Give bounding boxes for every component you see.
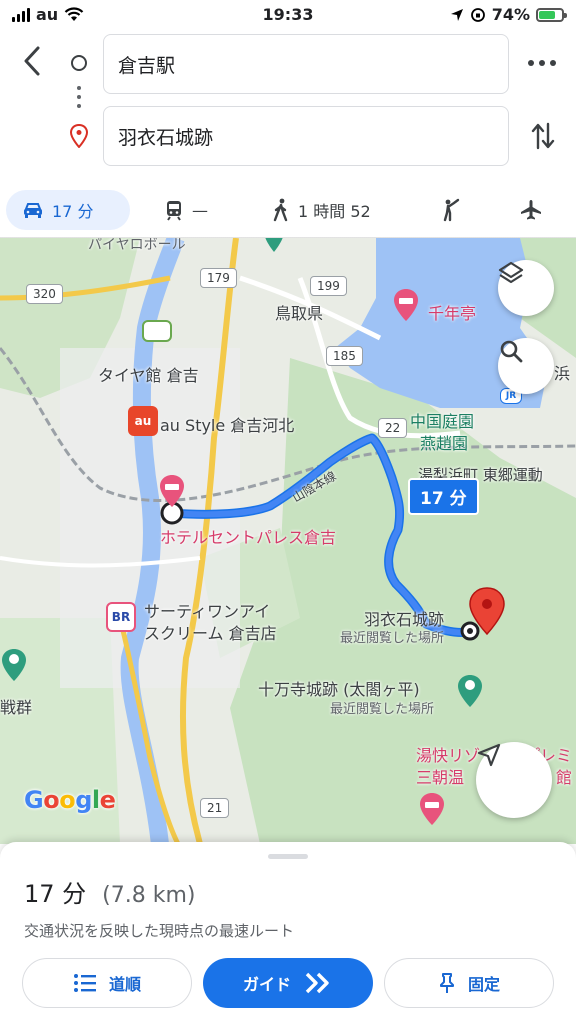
guide-button[interactable]: ガイド [203, 958, 373, 1008]
map-view[interactable]: パイヤロボール 鳥取県 千年亭 浜 タイヤ館 倉吉 au Style 倉吉河北 … [0, 238, 576, 844]
airplane-icon [521, 200, 541, 220]
walking-icon [273, 198, 288, 222]
origin-text: 倉吉駅 [118, 54, 176, 77]
map-label-jumanji[interactable]: 十万寺城跡 (太閤ヶ平) [258, 676, 420, 700]
eta-time: 17 分 [24, 880, 87, 908]
route-dots-icon [77, 86, 81, 113]
layers-button[interactable] [498, 260, 554, 316]
map-label-baskin[interactable]: サーティワンアイ [144, 598, 270, 622]
battery-icon [536, 7, 567, 22]
tab-ride[interactable] [440, 190, 462, 230]
map-label-tottori: 鳥取県 [275, 304, 324, 323]
my-location-button[interactable] [476, 742, 552, 818]
hail-ride-icon [443, 198, 460, 222]
google-logo: Google [24, 786, 116, 814]
pushpin-icon [439, 973, 454, 993]
baskin-robbins-icon[interactable]: BR [106, 602, 136, 632]
status-right: 74% [450, 5, 567, 24]
list-icon [73, 974, 96, 992]
guide-label: ガイド [242, 975, 291, 994]
map-label-recent-1: 最近閲覧した場所 [340, 631, 445, 646]
map-label-yukai[interactable]: 湯快リゾ [416, 742, 480, 766]
park-pin-icon[interactable] [0, 648, 28, 682]
destination-input[interactable]: 羽衣石城跡 [103, 106, 509, 166]
sennentei-hotel-pin-icon[interactable] [392, 288, 420, 322]
map-label-austyle[interactable]: au Style 倉吉河北 [160, 412, 294, 436]
eta-distance: (7.8 km) [102, 883, 196, 908]
road-shield-199: 199 [310, 276, 347, 296]
map-label-gun: 戦群 [0, 698, 33, 717]
resort-hotel-pin-icon[interactable] [418, 792, 446, 826]
car-icon [24, 203, 42, 218]
map-label-hotel[interactable]: ホテルセントパレス倉吉 [160, 524, 336, 548]
destination-text: 羽衣石城跡 [118, 126, 214, 149]
tab-walking-label: 1 時間 52 [298, 202, 371, 221]
map-label-taiyakan[interactable]: タイヤ館 倉吉 [98, 362, 199, 386]
swap-icon[interactable] [530, 120, 556, 152]
tab-driving-label: 17 分 [52, 202, 94, 221]
map-label-hama: 浜 [554, 364, 571, 383]
road-shield-320: 320 [26, 284, 63, 304]
tab-walking[interactable]: 1 時間 52 [272, 190, 371, 230]
search-icon [500, 340, 523, 363]
map-label-baskin-2[interactable]: スクリーム 倉吉店 [144, 620, 277, 644]
search-along-route-button[interactable] [498, 338, 554, 394]
route-eta: 17 分 (7.8 km) [24, 874, 196, 909]
tab-transit-label: — [192, 200, 208, 220]
origin-input[interactable]: 倉吉駅 [103, 34, 509, 94]
tab-transit[interactable]: — [164, 190, 208, 230]
pin-label: 固定 [467, 975, 500, 994]
road-shield-185: 185 [326, 346, 363, 366]
map-label-enshu[interactable]: 燕趙園 [420, 430, 468, 454]
travel-mode-tabs: 17 分 — 1 時間 52 [0, 186, 576, 240]
route-summary-sheet[interactable]: 17 分 (7.8 km) 交通状況を反映した現時点の最速ルート 道順 ガイド 固… [0, 842, 576, 1024]
map-label-sennentei[interactable]: 千年亭 [428, 300, 476, 324]
status-bar: au 19:33 74% [0, 0, 576, 30]
orientation-lock-icon [470, 7, 485, 22]
steps-button[interactable]: 道順 [22, 958, 192, 1008]
sheet-handle[interactable] [268, 854, 308, 859]
au-store-icon[interactable]: au [128, 406, 158, 436]
back-arrow-icon[interactable] [18, 44, 48, 78]
route-duration-badge[interactable]: 17 分 [408, 478, 479, 515]
tire-shop-icon[interactable] [142, 320, 172, 342]
pin-button[interactable]: 固定 [384, 958, 554, 1008]
battery-percent: 74% [491, 5, 530, 24]
navigation-arrow-icon [477, 743, 501, 767]
steps-label: 道順 [108, 975, 141, 994]
tab-flight[interactable] [520, 190, 542, 230]
location-arrow-icon [450, 8, 463, 21]
tab-driving[interactable]: 17 分 [6, 190, 130, 230]
more-options-icon[interactable] [528, 60, 556, 70]
map-label-kan: 館 [556, 768, 573, 787]
route-summary-text: 交通状況を反映した現時点の最速ルート [24, 922, 295, 940]
origin-circle-icon [71, 55, 87, 71]
road-shield-179: 179 [200, 268, 237, 288]
train-icon [167, 201, 181, 221]
destination-pin-icon [69, 124, 89, 148]
map-label-cut: パイヤロボール [88, 238, 186, 253]
park-pin-top-icon[interactable] [262, 238, 286, 254]
double-chevron-right-icon [305, 972, 329, 994]
road-shield-22: 22 [378, 418, 408, 438]
map-label-recent-2: 最近閲覧した場所 [330, 702, 435, 717]
jumanji-park-pin-icon[interactable] [456, 674, 484, 708]
map-label-sanchou[interactable]: 三朝温 [416, 764, 464, 788]
layers-icon [498, 261, 524, 284]
hotel-pin-icon[interactable] [158, 474, 186, 508]
road-shield-21: 21 [200, 798, 230, 818]
map-label-chugoku-garden[interactable]: 中国庭園 [410, 408, 474, 432]
